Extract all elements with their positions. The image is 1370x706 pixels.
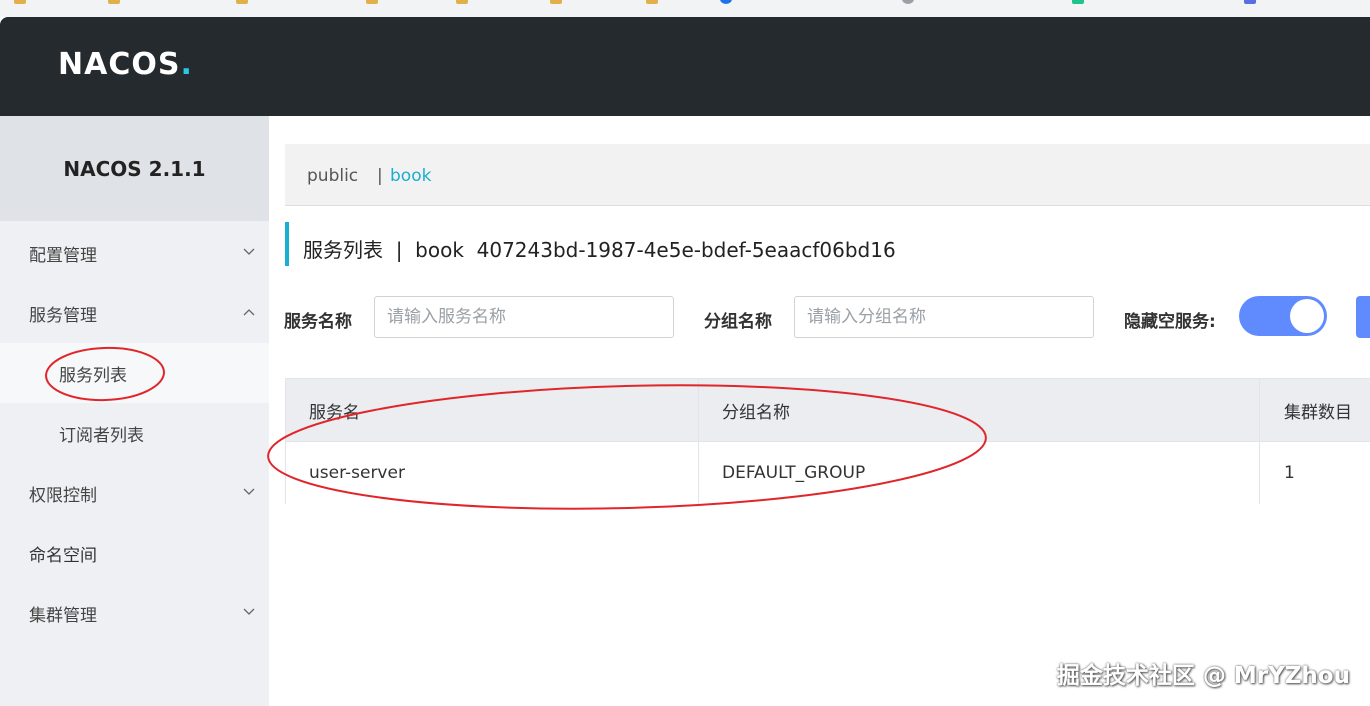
sidebar-item-service-management[interactable]: 服务管理 <box>0 283 269 343</box>
sidebar-item-label: 服务管理 <box>29 305 97 326</box>
chevron-down-icon <box>243 608 255 618</box>
service-name-label: 服务名称 <box>284 312 352 332</box>
sidebar-item-label: 权限控制 <box>29 485 97 506</box>
group-name-input[interactable] <box>794 296 1094 338</box>
sidebar: NACOS 2.1.1 配置管理 服务管理 服务列表 订阅者列表 权限控制 命名… <box>0 116 269 706</box>
cell-cluster-count: 1 <box>1259 442 1370 504</box>
sidebar-item-label: 命名空间 <box>29 545 97 566</box>
sidebar-item-config-management[interactable]: 配置管理 <box>0 223 269 283</box>
chevron-down-icon <box>243 248 255 258</box>
logo-dot: . <box>180 46 192 82</box>
logo-text: NACOS <box>58 46 181 82</box>
hide-empty-services-toggle[interactable] <box>1239 296 1327 336</box>
bookmark-bar <box>0 0 1370 17</box>
service-table: 服务名 分组名称 集群数目 user-server DEFAULT_GROUP … <box>285 378 1370 504</box>
sidebar-item-namespace[interactable]: 命名空间 <box>0 523 269 583</box>
nacos-logo[interactable]: NACOS. <box>58 46 192 82</box>
namespace-public-link[interactable]: public <box>307 166 358 186</box>
bookmark-folder-icon[interactable] <box>646 0 658 4</box>
sidebar-item-cluster-management[interactable]: 集群管理 <box>0 583 269 643</box>
cell-service-name: user-server <box>309 463 405 483</box>
sidebar-version-title: NACOS 2.1.1 <box>0 116 269 221</box>
column-header-group-name: 分组名称 <box>698 379 1259 441</box>
bookmark-site-icon[interactable] <box>720 0 732 4</box>
sidebar-item-label: 订阅者列表 <box>59 425 144 446</box>
bookmark-folder-icon[interactable] <box>550 0 562 4</box>
bookmark-folder-icon[interactable] <box>108 0 120 4</box>
namespace-separator: | <box>377 166 383 186</box>
sidebar-item-subscriber-list[interactable]: 订阅者列表 <box>0 403 269 463</box>
sidebar-item-label: 配置管理 <box>29 245 97 266</box>
page-title-row: 服务列表 | book 407243bd-1987-4e5e-bdef-5eaa… <box>285 222 1370 266</box>
chevron-up-icon <box>243 308 255 318</box>
sidebar-item-access-control[interactable]: 权限控制 <box>0 463 269 523</box>
namespace-book-link[interactable]: book <box>390 166 431 186</box>
chevron-down-icon <box>243 488 255 498</box>
watermark: 掘金技术社区 @ MrYZhou <box>1056 663 1350 689</box>
column-header-service-name: 服务名 <box>309 402 360 423</box>
toggle-knob <box>1290 299 1324 333</box>
bookmark-folder-icon[interactable] <box>366 0 378 4</box>
namespace-bar: public | book <box>285 144 1370 206</box>
sidebar-item-service-list[interactable]: 服务列表 <box>0 343 269 403</box>
query-button[interactable] <box>1356 296 1370 338</box>
bookmark-folder-icon[interactable] <box>14 0 26 4</box>
sidebar-item-label: 集群管理 <box>29 605 97 626</box>
title-accent-bar <box>285 222 289 266</box>
bookmark-site-icon[interactable] <box>1072 0 1084 4</box>
page-title: 服务列表 | book 407243bd-1987-4e5e-bdef-5eaa… <box>303 238 896 262</box>
bookmark-site-icon[interactable] <box>1244 0 1256 4</box>
sidebar-item-label: 服务列表 <box>59 365 127 386</box>
hide-empty-services-label: 隐藏空服务: <box>1124 312 1216 332</box>
top-header: NACOS. <box>0 17 1370 116</box>
bookmark-site-icon[interactable] <box>902 0 914 4</box>
table-row[interactable]: user-server DEFAULT_GROUP 1 <box>286 442 1370 504</box>
column-header-cluster-count: 集群数目 <box>1259 379 1370 441</box>
table-header: 服务名 分组名称 集群数目 <box>286 379 1370 442</box>
bookmark-folder-icon[interactable] <box>456 0 468 4</box>
service-name-input[interactable] <box>374 296 674 338</box>
bookmark-folder-icon[interactable] <box>236 0 248 4</box>
group-name-label: 分组名称 <box>704 312 772 332</box>
cell-group-name: DEFAULT_GROUP <box>698 442 1259 504</box>
